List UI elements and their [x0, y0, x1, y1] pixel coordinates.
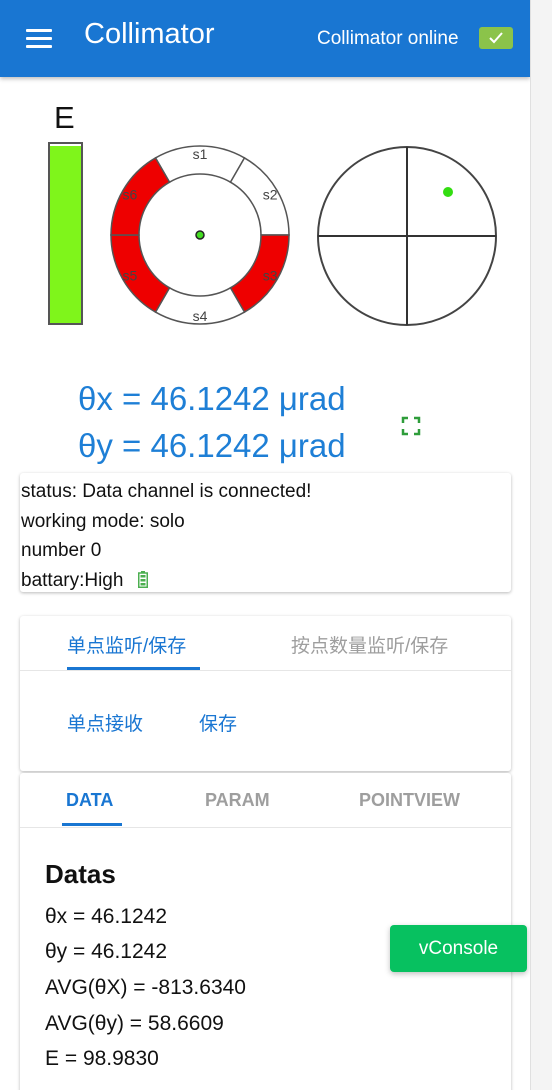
sensor-segment-s3 — [229, 234, 290, 314]
tab-count-points[interactable]: 按点数量监听/保存 — [291, 631, 448, 658]
energy-label: E — [54, 100, 75, 135]
sensor-label-s1: s1 — [193, 146, 208, 162]
connection-status-text: Collimator online — [317, 28, 459, 49]
sensor-label-s4: s4 — [193, 308, 208, 324]
app-title: Collimator — [84, 18, 215, 50]
data-avg-theta-y: AVG(θy) = 58.6609 — [45, 1012, 224, 1035]
battery-text: battary:High — [21, 569, 124, 591]
tab-pointview[interactable]: POINTVIEW — [359, 790, 460, 811]
active-tab-indicator — [62, 823, 122, 826]
sensor-label-s2: s2 — [263, 187, 278, 203]
menu-icon[interactable] — [26, 29, 52, 49]
data-tab-bar: DATA PARAM POINTVIEW — [20, 773, 511, 828]
beam-position-target — [317, 146, 497, 326]
data-theta-y: θy = 46.1242 — [45, 940, 168, 963]
data-avg-theta-x: AVG(θX) = -813.6340 — [45, 976, 246, 999]
tab-param[interactable]: PARAM — [205, 790, 270, 811]
sensor-ring: s1 s2 s3 s4 s5 s6 — [110, 145, 290, 325]
vconsole-button[interactable]: vConsole — [390, 925, 527, 972]
status-text: status: Data channel is connected! — [21, 481, 312, 502]
scrollbar-track[interactable] — [530, 0, 552, 1090]
sensor-segment-s2 — [229, 156, 290, 236]
battery-line: battary:High — [21, 568, 511, 598]
sensor-label-s3: s3 — [263, 268, 278, 284]
status-card: status: Data channel is connected! worki… — [20, 473, 511, 592]
single-receive-button[interactable]: 单点接收 — [67, 709, 143, 736]
sensor-label-s6: s6 — [122, 187, 137, 203]
data-energy: E = 98.9830 — [45, 1047, 159, 1070]
energy-bar-fill — [50, 145, 81, 323]
sensor-segment-s5 — [110, 234, 171, 314]
tab-data[interactable]: DATA — [66, 790, 113, 811]
datas-heading: Datas — [45, 859, 116, 889]
online-check-icon — [479, 27, 513, 49]
theta-x-readout: θx = 46.1242 μrad — [78, 380, 346, 417]
battery-full-icon — [137, 570, 148, 588]
app-bar: Collimator Collimator online — [0, 0, 530, 77]
working-mode-text: working mode: solo — [21, 510, 185, 532]
energy-bar — [48, 142, 83, 325]
number-text: number 0 — [21, 540, 102, 561]
sensor-label-s5: s5 — [122, 268, 137, 284]
active-tab-indicator — [67, 667, 200, 670]
tab-single-point[interactable]: 单点监听/保存 — [67, 631, 186, 658]
theta-y-readout: θy = 46.1242 μrad — [78, 427, 346, 464]
ring-center-dot — [195, 230, 205, 240]
data-theta-x: θx = 46.1242 — [45, 905, 168, 928]
fullscreen-icon[interactable] — [400, 415, 422, 437]
beam-position-dot — [443, 187, 453, 197]
save-button[interactable]: 保存 — [199, 709, 237, 736]
app-page: Collimator Collimator online E s1 s2 s3 s4 s… — [0, 0, 530, 1090]
sensor-segment-s6 — [110, 156, 171, 236]
monitor-tab-bar: 单点监听/保存 按点数量监听/保存 — [20, 616, 511, 671]
monitor-card: 单点监听/保存 按点数量监听/保存 单点接收 保存 — [20, 616, 511, 771]
